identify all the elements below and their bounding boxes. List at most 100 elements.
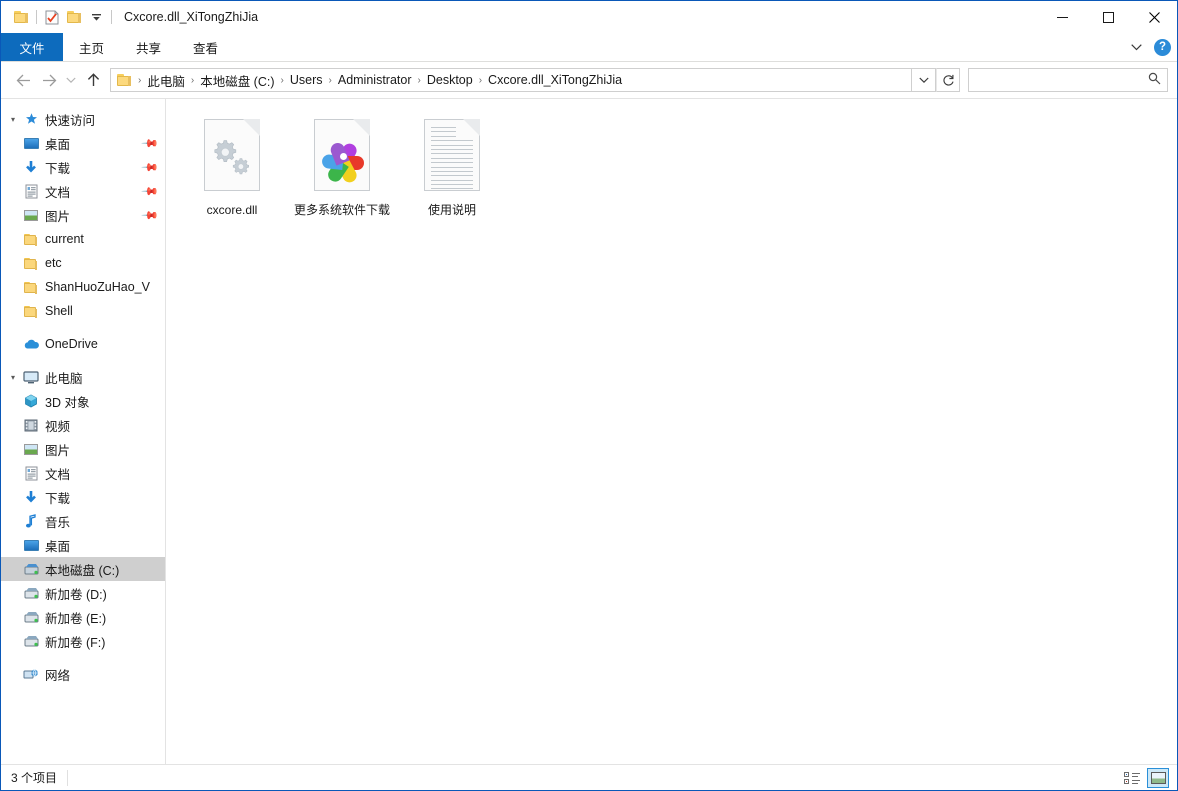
tab-share[interactable]: 共享 (120, 33, 177, 61)
breadcrumb-item-desktop[interactable]: Desktop (423, 73, 477, 87)
sidebar-item-drive-f[interactable]: 新加卷 (F:) (1, 629, 165, 653)
file-name: 更多系统软件下载 (293, 203, 390, 217)
navigation-pane[interactable]: ▾ 快速访问 桌面 📌 下载 📌 文档 📌 图片 📌 current etc S… (1, 99, 166, 764)
large-icons-view-button[interactable] (1147, 767, 1169, 788)
folder-icon[interactable] (10, 6, 32, 28)
pin-icon[interactable]: 📌 (141, 134, 160, 152)
refresh-icon[interactable] (936, 68, 960, 92)
search-icon[interactable] (1148, 72, 1161, 88)
file-page-shape (204, 119, 260, 191)
downloads-icon (21, 160, 41, 175)
drive-icon (21, 611, 41, 624)
sidebar-item-videos[interactable]: 视频 (1, 413, 165, 437)
tab-home[interactable]: 主页 (63, 33, 120, 61)
minimize-button[interactable] (1039, 1, 1085, 33)
help-icon[interactable]: ? (1154, 39, 1171, 56)
status-bar: 3 个项目 (1, 764, 1177, 790)
sidebar-item-desktop[interactable]: 桌面 📌 (1, 131, 165, 155)
sidebar-group-network[interactable]: 网络 (1, 662, 165, 686)
chevron-down-icon[interactable]: ▾ (5, 115, 21, 124)
sidebar-item-label: 桌面 (45, 539, 71, 554)
sidebar-item-documents[interactable]: 文档 📌 (1, 179, 165, 203)
file-name: 使用说明 (427, 203, 476, 217)
title-bar: Cxcore.dll_XiTongZhiJia (1, 1, 1177, 33)
sidebar-item-downloads-pc[interactable]: 下载 (1, 485, 165, 509)
tab-view[interactable]: 查看 (177, 33, 234, 61)
sidebar-item-label: ShanHuoZuHao_V (45, 280, 150, 294)
breadcrumb-separator: › (190, 74, 195, 86)
sidebar-item-label: 下载 (45, 491, 71, 506)
sidebar-item-documents-pc[interactable]: 文档 (1, 461, 165, 485)
sidebar-group-quick-access[interactable]: ▾ 快速访问 (1, 107, 165, 131)
file-item[interactable]: cxcore.dll (178, 111, 286, 224)
maximize-button[interactable] (1085, 1, 1131, 33)
search-box[interactable] (968, 68, 1168, 92)
breadcrumb-item-local-disk[interactable]: 本地磁盘 (C:) (196, 71, 278, 90)
sidebar-item-pictures[interactable]: 图片 📌 (1, 203, 165, 227)
properties-icon[interactable] (41, 6, 63, 28)
search-input[interactable] (976, 73, 1148, 87)
up-button[interactable] (80, 67, 106, 93)
pin-icon[interactable]: 📌 (141, 206, 160, 224)
music-icon (21, 513, 41, 529)
breadcrumb-dropdown-icon[interactable] (912, 68, 936, 92)
view-mode-buttons (1121, 767, 1169, 788)
sidebar-group-this-pc[interactable]: ▾ 此电脑 (1, 365, 165, 389)
sidebar-item-music[interactable]: 音乐 (1, 509, 165, 533)
breadcrumb-item-administrator[interactable]: Administrator (334, 73, 416, 87)
sidebar-group-onedrive[interactable]: OneDrive (1, 332, 165, 356)
forward-button[interactable] (36, 67, 62, 93)
window-controls (1039, 1, 1177, 33)
folder-icon (21, 233, 41, 246)
chevron-down-icon[interactable] (1126, 37, 1146, 59)
sidebar-item-downloads[interactable]: 下载 📌 (1, 155, 165, 179)
sidebar-item-shell[interactable]: Shell (1, 299, 165, 323)
chevron-down-icon[interactable]: ▾ (5, 373, 21, 382)
breadcrumb-separator: › (417, 74, 421, 86)
pin-star-icon (21, 112, 41, 127)
new-folder-icon[interactable] (63, 6, 85, 28)
file-item[interactable]: 更多系统软件下载 (288, 111, 396, 224)
sidebar-item-current[interactable]: current (1, 227, 165, 251)
details-view-button[interactable] (1121, 768, 1143, 788)
file-list-pane[interactable]: cxcore.dll 更多系统软件下载 使用说明 (166, 99, 1177, 764)
breadcrumb-item-users[interactable]: Users (286, 73, 327, 87)
documents-icon (21, 466, 41, 481)
sidebar-item-3d-objects[interactable]: 3D 对象 (1, 389, 165, 413)
close-button[interactable] (1131, 1, 1177, 33)
breadcrumb-separator: › (280, 74, 284, 86)
pin-icon[interactable]: 📌 (141, 158, 160, 176)
sidebar-item-drive-d[interactable]: 新加卷 (D:) (1, 581, 165, 605)
recent-locations-button[interactable] (62, 67, 80, 93)
pin-icon[interactable]: 📌 (141, 182, 160, 200)
file-item[interactable]: 使用说明 (398, 111, 506, 224)
sidebar-item-desktop-pc[interactable]: 桌面 (1, 533, 165, 557)
breadcrumb-item-current-folder[interactable]: Cxcore.dll_XiTongZhiJia (484, 73, 626, 87)
system-drive-icon (21, 563, 41, 576)
ribbon-right-controls: ? (1126, 33, 1171, 62)
sidebar-item-label: 文档 (45, 185, 71, 200)
pictures-icon (21, 209, 41, 221)
sidebar-item-local-disk-c[interactable]: 本地磁盘 (C:) (1, 557, 165, 581)
sidebar-group-label: 此电脑 (45, 371, 83, 386)
page-fold (243, 119, 260, 136)
back-button[interactable] (10, 67, 36, 93)
status-divider (67, 769, 69, 786)
sidebar-item-etc[interactable]: etc (1, 251, 165, 275)
pictures-icon (21, 443, 41, 455)
sidebar-item-label: etc (45, 256, 62, 270)
sidebar-item-drive-e[interactable]: 新加卷 (E:) (1, 605, 165, 629)
videos-icon (21, 419, 41, 432)
explorer-body: ▾ 快速访问 桌面 📌 下载 📌 文档 📌 图片 📌 current etc S… (1, 98, 1177, 764)
breadcrumb[interactable]: › 此电脑 › 本地磁盘 (C:) › Users › Administrato… (110, 68, 912, 92)
dll-gears-icon (200, 115, 264, 195)
explorer-window: Cxcore.dll_XiTongZhiJia 文件 主页 共享 查看 ? › … (0, 0, 1178, 791)
breadcrumb-separator: › (478, 74, 483, 86)
breadcrumb-item-this-pc[interactable]: 此电脑 (143, 71, 189, 90)
tab-file[interactable]: 文件 (1, 33, 63, 61)
sidebar-group-label: 网络 (45, 668, 71, 683)
customize-dropdown-icon[interactable] (85, 6, 107, 28)
sidebar-item-shanhuozuhao[interactable]: ShanHuoZuHao_V (1, 275, 165, 299)
sidebar-item-pictures-pc[interactable]: 图片 (1, 437, 165, 461)
